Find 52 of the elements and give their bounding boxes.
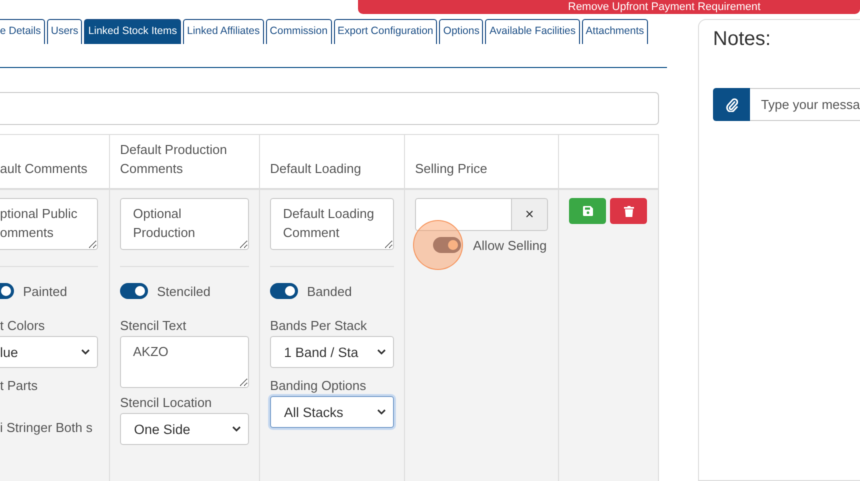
tab[interactable]: Commission bbox=[266, 19, 332, 44]
clear-button[interactable]: × bbox=[512, 198, 548, 231]
field-label: Stencil Text bbox=[120, 318, 186, 333]
field-label: Stencil Location bbox=[120, 395, 212, 410]
tab[interactable]: Export Configuration bbox=[334, 19, 438, 44]
field-label: t Colors bbox=[0, 318, 45, 333]
tab[interactable]: Available Facilities bbox=[485, 19, 580, 44]
field-label: Banding Options bbox=[270, 378, 366, 393]
tab[interactable]: Attachments bbox=[582, 19, 648, 44]
toggle-switch[interactable] bbox=[433, 237, 461, 253]
select-dropdown[interactable]: 1 Band / Sta bbox=[270, 336, 394, 368]
message-input[interactable]: Type your messa bbox=[750, 88, 860, 121]
toggle-label: Allow Selling bbox=[473, 238, 547, 252]
select-dropdown[interactable]: All Stacks bbox=[270, 396, 394, 428]
toggle-label: Banded bbox=[307, 284, 352, 298]
delete-button[interactable] bbox=[610, 198, 647, 224]
click-indicator bbox=[413, 220, 463, 270]
toggle-switch[interactable] bbox=[270, 283, 298, 299]
chevron-down-icon bbox=[377, 409, 386, 415]
paperclip-icon bbox=[726, 98, 738, 112]
price-input[interactable] bbox=[415, 198, 512, 231]
field-label: t Parts bbox=[0, 378, 38, 393]
select-dropdown[interactable]: One Side bbox=[120, 413, 249, 445]
field-label: Bands Per Stack bbox=[270, 318, 367, 333]
text-area[interactable]: AKZO bbox=[120, 336, 249, 388]
tab[interactable]: Linked Affiliates bbox=[183, 19, 264, 44]
text-area[interactable]: Default Loading Comment bbox=[270, 198, 394, 250]
chevron-down-icon bbox=[81, 349, 90, 355]
column-header: Default Production Comments bbox=[120, 141, 228, 178]
trash-icon bbox=[624, 206, 634, 216]
text-area[interactable]: Optional Production bbox=[120, 198, 249, 250]
remove-payment-banner[interactable]: Remove Upfront Payment Requirement bbox=[358, 0, 860, 14]
save-icon bbox=[582, 206, 592, 216]
notes-title: Notes: bbox=[713, 28, 771, 51]
text-area[interactable]: ptional Public omments bbox=[0, 198, 98, 250]
column-header: ault Comments bbox=[0, 160, 88, 178]
option-text: i Stringer Both s bbox=[0, 419, 94, 437]
select-dropdown[interactable]: lue bbox=[0, 336, 98, 368]
column-header: Selling Price bbox=[415, 160, 488, 178]
tab[interactable]: Users bbox=[46, 19, 82, 44]
toggle-label: Stenciled bbox=[157, 284, 210, 298]
tab[interactable]: e Details bbox=[0, 19, 45, 44]
chevron-down-icon bbox=[377, 349, 386, 355]
chevron-down-icon bbox=[232, 426, 241, 432]
toggle-switch[interactable] bbox=[120, 283, 148, 299]
tab[interactable]: Options bbox=[439, 19, 484, 44]
toggle-label: Painted bbox=[23, 284, 68, 298]
search-field[interactable] bbox=[0, 92, 659, 125]
save-button[interactable] bbox=[569, 198, 606, 224]
column-header: Default Loading bbox=[270, 160, 362, 178]
tab[interactable]: Linked Stock Items bbox=[84, 19, 181, 44]
attach-button[interactable] bbox=[713, 88, 750, 121]
